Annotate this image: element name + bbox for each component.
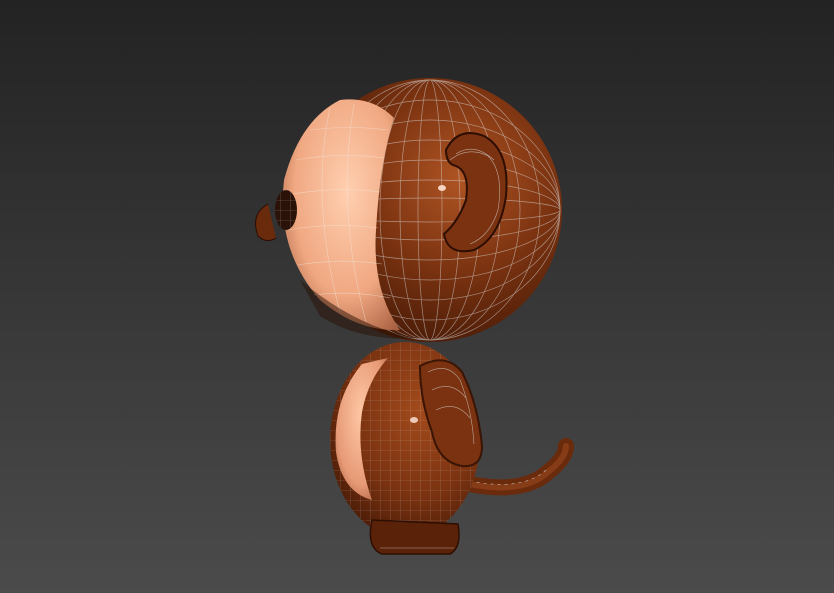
feet [369, 519, 460, 555]
body [330, 342, 484, 555]
3d-viewport[interactable] [0, 0, 834, 593]
model-render [255, 78, 574, 555]
head [255, 78, 562, 342]
muzzle [255, 203, 277, 242]
